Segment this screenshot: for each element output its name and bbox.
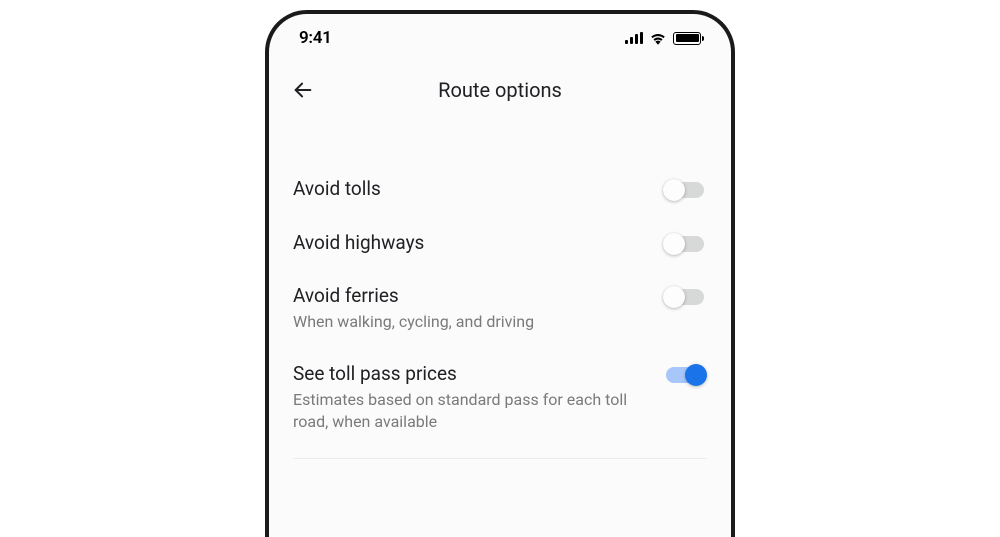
setting-avoid-highways[interactable]: Avoid highways [293,216,707,270]
setting-text: Avoid tolls [293,176,647,202]
setting-text: See toll pass prices Estimates based on … [293,361,647,433]
divider [293,458,707,459]
setting-toll-pass-prices[interactable]: See toll pass prices Estimates based on … [293,347,707,447]
toggle-avoid-highways[interactable] [663,233,707,255]
back-button[interactable] [289,76,317,104]
setting-label: Avoid highways [293,230,647,256]
settings-list: Avoid tolls Avoid highways Avoid ferries… [269,122,731,459]
setting-avoid-ferries[interactable]: Avoid ferries When walking, cycling, and… [293,269,707,347]
wifi-icon [649,31,667,45]
phone-frame: 9:41 Route options [265,10,735,537]
cellular-signal-icon [625,32,643,44]
setting-avoid-tolls[interactable]: Avoid tolls [293,162,707,216]
setting-label: Avoid ferries [293,283,647,309]
setting-subtitle: When walking, cycling, and driving [293,311,647,333]
status-bar: 9:41 [269,14,731,58]
toggle-avoid-ferries[interactable] [663,286,707,308]
app-header: Route options [269,58,731,122]
battery-icon [673,32,701,45]
setting-label: See toll pass prices [293,361,647,387]
toggle-toll-pass-prices[interactable] [663,364,707,386]
page-title: Route options [438,78,562,102]
setting-text: Avoid highways [293,230,647,256]
setting-subtitle: Estimates based on standard pass for eac… [293,389,647,434]
setting-label: Avoid tolls [293,176,647,202]
toggle-avoid-tolls[interactable] [663,179,707,201]
status-time: 9:41 [299,28,332,48]
arrow-left-icon [292,79,314,101]
status-icons [625,31,701,45]
setting-text: Avoid ferries When walking, cycling, and… [293,283,647,333]
